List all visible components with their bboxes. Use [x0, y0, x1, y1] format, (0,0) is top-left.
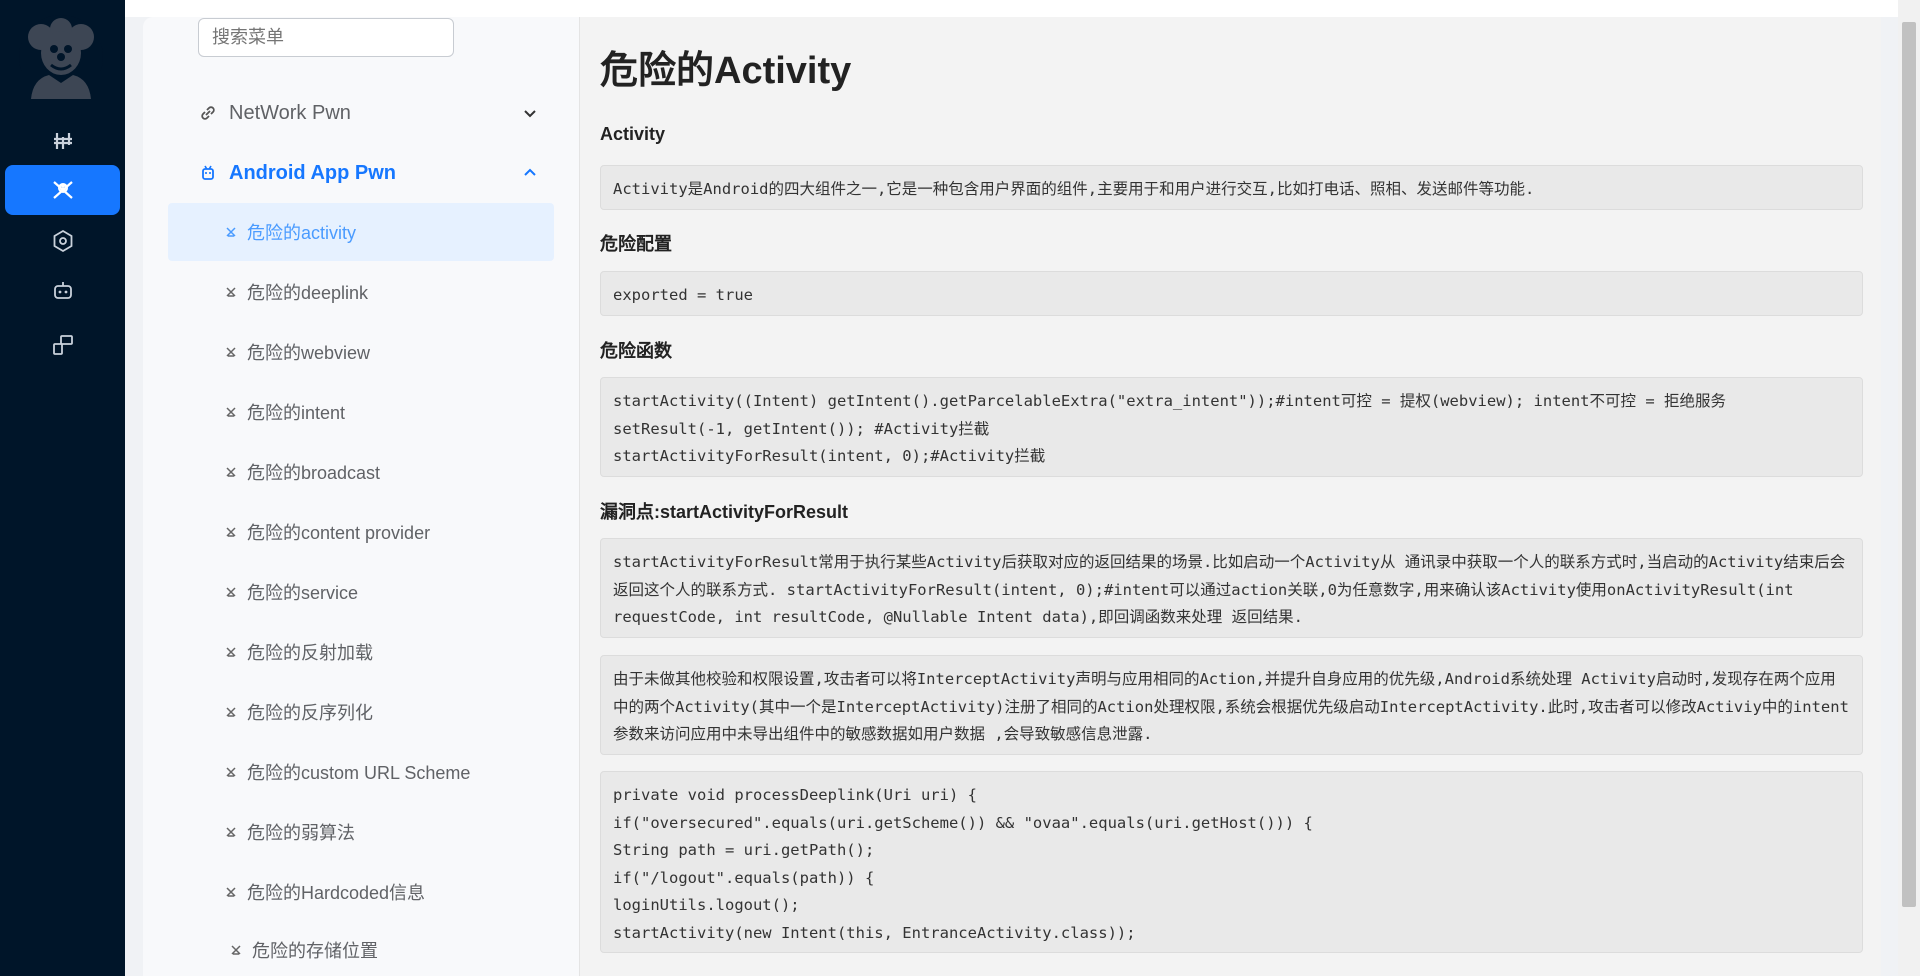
config-code-block: exported = true [600, 271, 1863, 316]
menu-item-label: 危险的broadcast [247, 463, 381, 483]
menu-item-content-provider[interactable]: 危险的content provider [168, 503, 554, 561]
scrollbar-thumb[interactable] [1902, 22, 1916, 907]
menu-group-android-app-pwn[interactable]: Android App Pwn [198, 153, 538, 193]
menu-search-input[interactable] [198, 18, 454, 57]
menu-item-icon [226, 227, 236, 237]
article-content: 危险的Activity Activity Activity是Android的四大… [579, 17, 1881, 976]
rail-item-pwn[interactable] [5, 165, 120, 215]
rail-item-devices[interactable] [5, 320, 120, 370]
devices-icon [52, 335, 73, 355]
chevron-down-icon[interactable] [522, 105, 538, 121]
menu-item-label: 危险的service [247, 583, 359, 603]
menu-item-icon [231, 945, 241, 955]
menu-item-broadcast[interactable]: 危险的broadcast [168, 443, 554, 501]
menu-item-label: 危险的activity [247, 223, 357, 243]
menu-item-label: 危险的intent [247, 403, 346, 423]
link-icon [201, 106, 215, 120]
menu-item-label: 危险的存储位置 [252, 941, 378, 961]
menu-item-label: 危险的反射加载 [247, 643, 373, 663]
menu-item-label: 危险的反序列化 [247, 703, 373, 723]
rail-item-tools[interactable] [5, 116, 120, 166]
menu-item-label: 危险的deeplink [247, 283, 369, 303]
menu-item-label: 危险的custom URL Scheme [247, 763, 471, 783]
skull-crossbones-icon [52, 181, 73, 199]
android-icon [202, 165, 214, 180]
robot-icon [53, 282, 72, 299]
menu-item-label: 危险的Hardcoded信息 [247, 883, 426, 903]
menu-item-icon [226, 887, 236, 897]
vuln-description-block: startActivityForResult常用于执行某些Activity后获取… [600, 538, 1863, 638]
section-heading-functions: 危险函数 [600, 341, 672, 361]
menu-item-label: 危险的弱算法 [247, 823, 355, 843]
attack-description-block: 由于未做其他校验和权限设置,攻击者可以将InterceptActivity声明与… [600, 655, 1863, 755]
menu-item-intent[interactable]: 危险的intent [168, 383, 554, 441]
rail-item-hexagon[interactable] [5, 216, 120, 266]
menu-item-custom-url-scheme[interactable]: 危险的custom URL Scheme [168, 743, 554, 801]
menu-item-icon [226, 647, 236, 657]
menu-item-label: 危险的webview [247, 343, 371, 363]
menu-item-activity[interactable]: 危险的activity [168, 203, 554, 261]
sidebar-menu: NetWork Pwn Android App Pwn 危险的activity … [143, 17, 579, 976]
deeplink-code-block: private void processDeeplink(Uri uri) { … [600, 771, 1863, 953]
section-heading-config: 危险配置 [600, 234, 672, 254]
menu-item-icon [226, 527, 236, 537]
menu-item-icon [226, 707, 236, 717]
menu-item-deeplink[interactable]: 危险的deeplink [168, 263, 554, 321]
section-heading-activity: Activity [600, 124, 666, 144]
menu-item-weak-algorithm[interactable]: 危险的弱算法 [168, 803, 554, 861]
section-heading-vuln: 漏洞点:startActivityForResult [600, 502, 849, 522]
menu-item-icon [226, 827, 236, 837]
hexagon-icon [53, 229, 72, 253]
page-title: 危险的Activity [600, 50, 852, 92]
menu-item-storage[interactable]: 危险的存储位置 [168, 921, 554, 976]
clown-avatar-icon[interactable] [19, 15, 103, 99]
hash-tools-icon [53, 133, 72, 149]
menu-item-icon [226, 407, 236, 417]
menu-item-icon [226, 347, 236, 357]
menu-item-icon [226, 467, 236, 477]
top-strip [125, 0, 1898, 17]
menu-group-label: NetWork Pwn [229, 101, 351, 124]
menu-item-icon [226, 587, 236, 597]
menu-group-network-pwn[interactable]: NetWork Pwn [198, 93, 538, 133]
menu-item-webview[interactable]: 危险的webview [168, 323, 554, 381]
menu-item-reflection[interactable]: 危险的反射加载 [168, 623, 554, 681]
icon-rail [0, 0, 125, 976]
menu-item-deserialization[interactable]: 危险的反序列化 [168, 683, 554, 741]
menu-item-hardcoded[interactable]: 危险的Hardcoded信息 [168, 863, 554, 921]
menu-item-icon [226, 287, 236, 297]
chevron-up-icon[interactable] [522, 165, 538, 181]
rail-item-robot[interactable] [5, 266, 120, 316]
menu-item-service[interactable]: 危险的service [168, 563, 554, 621]
menu-item-icon [226, 767, 236, 777]
menu-group-label: Android App Pwn [229, 161, 397, 184]
functions-code-block: startActivity((Intent) getIntent().getPa… [600, 377, 1863, 477]
activity-description-block: Activity是Android的四大组件之一,它是一种包含用户界面的组件,主要… [600, 165, 1863, 210]
menu-item-label: 危险的content provider [247, 523, 431, 543]
